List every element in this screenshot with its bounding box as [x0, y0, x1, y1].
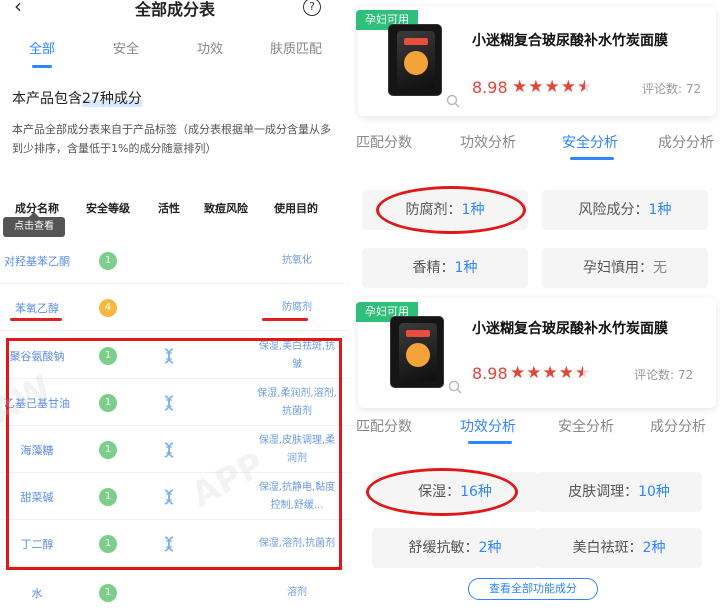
chip-value: 10种 [638, 484, 670, 500]
tooltip: 点击查看 [3, 212, 65, 237]
chip-value: 1种 [454, 260, 478, 276]
active-tab-indicator [32, 65, 52, 68]
annotation-circle [376, 186, 526, 234]
chip-label: 孕妇慎用： [583, 260, 653, 276]
product-price: 8.98 [472, 78, 508, 97]
usage-purpose: 抗氧化 [282, 254, 312, 266]
half-star: ★ [576, 77, 594, 97]
tab-skin-match[interactable]: 肤质匹配 [270, 38, 322, 57]
product-name: 小迷糊复合玻尿酸补水竹炭面膜 [472, 321, 668, 337]
chip-value: 2种 [478, 540, 502, 556]
tab-efficacy[interactable]: 功效 [197, 38, 223, 57]
tab-safety-analysis[interactable]: 安全分析 [562, 132, 618, 152]
chip-label: 香精： [412, 260, 455, 276]
analysis-tabs: 匹配分数 功效分析 安全分析 成分分析 [354, 132, 720, 166]
review-count: 评论数: 72 [642, 82, 702, 96]
product-card[interactable]: 孕妇可用 小迷糊复合玻尿酸补水竹炭面膜 8.98 ★★★★★ 评论数: 72 [354, 298, 720, 410]
tab-safety[interactable]: 安全 [113, 38, 139, 57]
tab-efficacy-analysis[interactable]: 功效分析 [460, 416, 516, 436]
col-acne-risk: 致痘风险 [204, 202, 248, 215]
product-name: 小迷糊复合玻尿酸补水竹炭面膜 [472, 33, 668, 49]
analysis-panel: 孕妇可用 小迷糊复合玻尿酸补水竹炭面膜 8.98 ★★★★★ 评论数: 72 匹… [354, 0, 720, 609]
tab-match-score[interactable]: 匹配分数 [356, 416, 412, 436]
usage-purpose: 溶剂 [287, 586, 307, 598]
review-count: 评论数: 72 [634, 368, 694, 382]
safety-level-badge: 4 [99, 298, 117, 317]
usage-purpose: 防腐剂 [282, 301, 312, 313]
full-stars: ★★★★ [512, 77, 577, 97]
fragrance-chip[interactable]: 香精：1种 [362, 248, 528, 288]
page-title: 全部成分表 [134, 0, 215, 19]
annotation-box [6, 338, 342, 570]
rating-stars: ★★★★★ [510, 363, 591, 383]
safety-level-badge: 1 [99, 583, 117, 602]
safety-level-badge: 1 [99, 251, 117, 270]
half-star: ★ [574, 363, 592, 383]
chip-value: 无 [653, 260, 667, 276]
ingredient-name[interactable]: 对羟基苯乙酮 [4, 253, 70, 269]
pregnancy-caution-chip[interactable]: 孕妇慎用：无 [542, 248, 708, 288]
table-row[interactable]: 对羟基苯乙酮 1 抗氧化 [0, 238, 350, 284]
filter-tabs: 全部 安全 功效 肤质匹配 [0, 38, 350, 68]
whitening-chip[interactable]: 美白祛斑：2种 [536, 528, 702, 568]
tab-efficacy-analysis[interactable]: 功效分析 [460, 132, 516, 152]
summary-prefix: 本产品包含 [12, 91, 82, 107]
full-stars: ★★★★ [510, 363, 575, 383]
zoom-icon[interactable] [446, 94, 460, 108]
table-row[interactable]: 水 1 溶剂 [0, 570, 350, 609]
ingredient-count: 本产品包含27种成分 [12, 88, 142, 108]
rating-stars: ★★★★★ [512, 77, 593, 97]
chip-label: 美白祛斑： [572, 540, 643, 556]
table-row[interactable]: 苯氧乙醇 4 防腐剂 [0, 285, 350, 331]
active-tab-indicator [468, 441, 512, 444]
product-price: 8.98 [472, 364, 508, 383]
chip-label: 皮肤调理： [568, 484, 639, 500]
annotation-underline [10, 318, 62, 321]
source-note: 本产品全部成分表来自于产品标签（成分表根据单一成分含量从多到少排序，含量低于1%… [12, 123, 331, 155]
summary-highlight: 27种成分 [82, 91, 142, 107]
soothing-chip[interactable]: 舒缓抗敏：2种 [372, 528, 538, 568]
annotation-circle [366, 468, 518, 516]
chip-value: 2种 [642, 540, 666, 556]
tab-all[interactable]: 全部 [29, 38, 55, 57]
col-activity: 活性 [158, 202, 180, 215]
col-safety-level: 安全等级 [86, 202, 130, 215]
tab-match-score[interactable]: 匹配分数 [356, 132, 412, 152]
ingredient-name[interactable]: 苯氧乙醇 [15, 300, 59, 316]
col-purpose: 使用目的 [274, 202, 318, 215]
risk-ingredient-chip[interactable]: 风险成分：1种 [542, 190, 708, 230]
product-card[interactable]: 孕妇可用 小迷糊复合玻尿酸补水竹炭面膜 8.98 ★★★★★ 评论数: 72 [354, 6, 720, 116]
annotation-underline [262, 318, 308, 321]
tab-ingredient-analysis[interactable]: 成分分析 [658, 132, 714, 152]
header: ‹ 全部成分表 ? [0, 0, 350, 22]
product-image [388, 24, 442, 96]
tab-ingredient-analysis[interactable]: 成分分析 [650, 416, 706, 436]
active-tab-indicator [570, 157, 614, 160]
view-all-button[interactable]: 查看全部功能成分 [468, 578, 598, 600]
zoom-icon[interactable] [448, 380, 462, 394]
ingredient-list-panel: ‹ 全部成分表 ? 全部 安全 功效 肤质匹配 本产品包含27种成分 本产品全部… [0, 0, 350, 609]
chip-label: 舒缓抗敏： [408, 540, 479, 556]
skin-conditioning-chip[interactable]: 皮肤调理：10种 [536, 472, 702, 512]
chip-label: 风险成分： [578, 202, 649, 218]
tab-safety-analysis[interactable]: 安全分析 [558, 416, 614, 436]
product-image [390, 316, 444, 388]
analysis-tabs: 匹配分数 功效分析 安全分析 成分分析 [354, 416, 720, 450]
ingredient-name[interactable]: 水 [32, 585, 43, 601]
chip-value: 1种 [648, 202, 672, 218]
